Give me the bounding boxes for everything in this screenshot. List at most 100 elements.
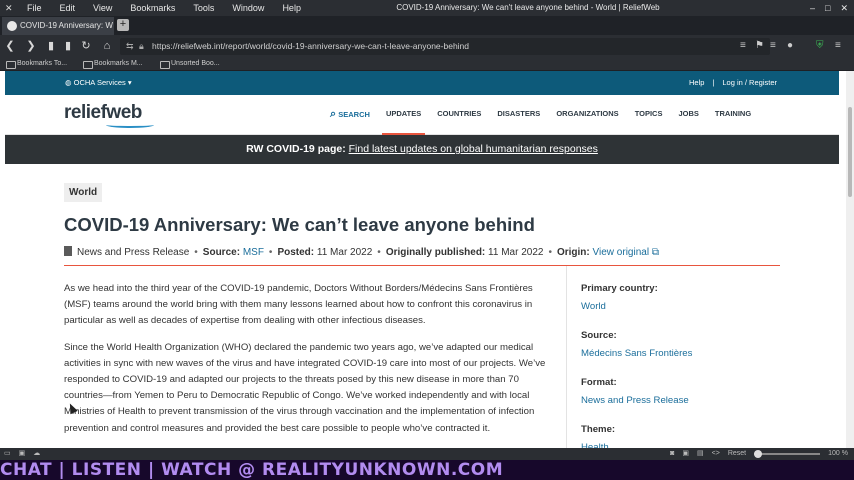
tab-active[interactable]: COVID-19 Anniversary: W <box>2 17 114 35</box>
login-link[interactable]: Log in / Register <box>722 71 777 95</box>
site-info-icon[interactable]: ⇆ <box>126 38 134 55</box>
home-icon[interactable]: ⌂ <box>100 38 114 54</box>
menu-window[interactable]: Window <box>232 0 264 16</box>
primary-country-link[interactable]: World <box>581 297 781 330</box>
bookmark-folder-menu[interactable]: Bookmarks M... <box>83 57 143 71</box>
new-tab-button[interactable]: + <box>117 19 129 31</box>
page-title: COVID-19 Anniversary: We can’t leave any… <box>64 214 535 235</box>
forward-icon[interactable]: ❯ <box>24 38 38 54</box>
app-icon[interactable]: ✕ <box>5 3 15 13</box>
back-icon[interactable]: ❮ <box>3 38 17 54</box>
navigation-bar: ❮ ❯ ▮ ▮ ↻ ⌂ ⇆ 🔒︎ https://reliefweb.int/r… <box>0 35 854 57</box>
menu-tools[interactable]: Tools <box>193 0 214 16</box>
logo-swoosh-icon <box>106 122 154 128</box>
article-meta: News and Press Release • Source: MSF • Poste… <box>64 246 780 260</box>
menu-bookmarks[interactable]: Bookmarks <box>130 0 175 16</box>
nav-search[interactable]: ⌕ SEARCH <box>322 95 378 135</box>
external-link-icon: ⧉ <box>651 247 659 258</box>
column-separator <box>566 266 567 448</box>
scrollbar-thumb[interactable] <box>848 107 852 197</box>
zoom-reset[interactable]: Reset <box>728 448 746 460</box>
step-icon[interactable]: ▮ <box>61 38 75 54</box>
page-scrollbar[interactable] <box>846 71 854 448</box>
nav-jobs[interactable]: JOBS <box>670 95 706 135</box>
details-sidebar: Primary country: World Source: Médecins … <box>581 283 781 448</box>
lock-icon: 🔒︎ <box>139 41 144 51</box>
theme-link[interactable]: Health <box>581 438 781 448</box>
url-bar[interactable]: ⇆ 🔒︎ https://reliefweb.int/report/world/… <box>120 38 770 55</box>
hamburger-icon[interactable]: ≡ <box>835 38 841 54</box>
window-icon[interactable]: ▣ <box>19 448 26 460</box>
status-bar: ▭ ▣ ☁ ◙ ▣ ▤ <> Reset 100 % <box>0 448 854 460</box>
menu-icon[interactable]: ≡ <box>770 38 776 54</box>
bookmark-star-icon[interactable]: ⚑ <box>755 38 764 54</box>
image-icon[interactable]: ▣ <box>682 448 689 460</box>
stream-overlay-banner: CHAT | LISTEN | WATCH @ REALITYUNKNOWN.C… <box>0 460 854 480</box>
reader-icon[interactable]: ≡ <box>740 38 746 54</box>
meta-source-link[interactable]: MSF <box>243 247 264 258</box>
panel-icon[interactable]: ▭ <box>4 448 11 460</box>
profile-icon[interactable]: ● <box>787 38 793 54</box>
primary-country-label: Primary country: <box>581 283 658 294</box>
nav-countries[interactable]: COUNTRIES <box>429 95 489 135</box>
menu-edit[interactable]: Edit <box>60 0 76 16</box>
search-icon: ⌕ <box>330 108 337 120</box>
code-icon[interactable]: <> <box>712 448 720 460</box>
menu-view[interactable]: View <box>93 0 112 16</box>
nav-training[interactable]: TRAINING <box>707 95 759 135</box>
nav-topics[interactable]: TOPICS <box>627 95 671 135</box>
zoom-level: 100 % <box>828 450 848 457</box>
media-icon[interactable]: ▤ <box>697 448 704 460</box>
meta-posted: 11 Mar 2022 <box>316 247 373 258</box>
meta-origin-label: Origin: <box>556 247 590 258</box>
meta-posted-label: Posted: <box>277 247 315 258</box>
menu-help[interactable]: Help <box>282 0 301 16</box>
format-link[interactable]: News and Press Release <box>581 391 781 424</box>
menu-file[interactable]: File <box>27 0 42 16</box>
menu-list: File Edit View Bookmarks Tools Window He… <box>27 0 319 16</box>
help-link[interactable]: Help <box>689 71 704 95</box>
banner-link[interactable]: Find latest updates on global humanitari… <box>349 143 598 155</box>
favicon-icon <box>7 21 17 31</box>
nav-updates[interactable]: UPDATES <box>378 95 429 135</box>
maximize-icon[interactable]: □ <box>825 0 830 16</box>
nav-organizations[interactable]: ORGANIZATIONS <box>548 95 626 135</box>
view-original-link[interactable]: View original ⧉ <box>593 247 659 258</box>
minimize-icon[interactable]: – <box>810 0 815 16</box>
menu-bar: ✕ File Edit View Bookmarks Tools Window … <box>0 0 854 16</box>
source-link[interactable]: Médecins Sans Frontières <box>581 344 781 377</box>
close-icon[interactable]: ✕ <box>840 0 848 16</box>
url-text: https://reliefweb.int/report/world/covid… <box>152 41 470 51</box>
nav-search-label: SEARCH <box>338 110 370 119</box>
banner-label: RW COVID-19 page: <box>246 143 346 155</box>
bookmark-folder-unsorted[interactable]: Unsorted Boo... <box>160 57 220 71</box>
document-icon <box>64 246 72 256</box>
status-left-icons: ▭ ▣ ☁ <box>4 448 40 460</box>
account-links: Help | Log in / Register <box>689 71 777 95</box>
covid-banner: RW COVID-19 page: Find latest updates on… <box>5 135 839 164</box>
cloud-icon[interactable]: ☁ <box>33 448 40 460</box>
bookmark-folder-toolbar[interactable]: Bookmarks To... <box>6 57 67 71</box>
shield-icon[interactable]: ⛨ <box>816 38 824 54</box>
meta-source-label: Source: <box>202 247 241 258</box>
country-tag[interactable]: World <box>64 183 103 202</box>
theme-label: Theme: <box>581 424 616 435</box>
status-right-controls: ◙ ▣ ▤ <> Reset 100 % <box>670 448 848 460</box>
nav-disasters[interactable]: DISASTERS <box>489 95 548 135</box>
stop-icon[interactable]: ▮ <box>44 38 58 54</box>
tab-bar: COVID-19 Anniversary: W + <box>0 16 854 35</box>
main-nav: ⌕ SEARCH UPDATES COUNTRIES DISASTERS ORG… <box>322 95 759 135</box>
article-body: As we head into the third year of the CO… <box>64 281 554 447</box>
ocha-bar: ◍ OCHA Services ▾ Help | Log in / Regist… <box>5 71 839 95</box>
camera-icon[interactable]: ◙ <box>670 448 674 460</box>
chevron-down-icon: ▾ <box>127 78 132 87</box>
reload-icon[interactable]: ↻ <box>79 38 93 54</box>
page-viewport: ◍ OCHA Services ▾ Help | Log in / Regist… <box>0 71 854 448</box>
reliefweb-logo[interactable]: reliefweb <box>64 102 154 128</box>
ocha-services-menu[interactable]: ◍ OCHA Services ▾ <box>65 71 132 95</box>
zoom-slider-knob[interactable] <box>754 450 763 458</box>
zoom-slider[interactable] <box>754 450 821 458</box>
bookmarks-bar: Bookmarks To... Bookmarks M... Unsorted … <box>0 57 854 71</box>
site-header: reliefweb ⌕ SEARCH UPDATES COUNTRIES DIS… <box>5 95 839 135</box>
meta-type: News and Press Release <box>77 247 190 258</box>
